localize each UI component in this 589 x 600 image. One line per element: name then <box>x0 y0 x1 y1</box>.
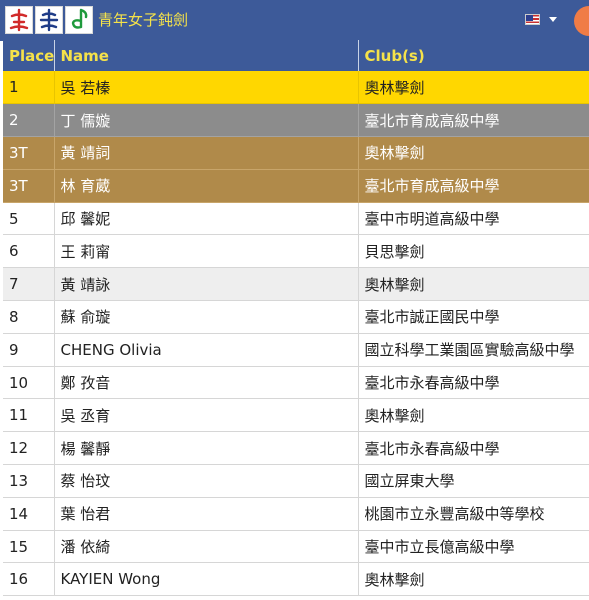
name-cell[interactable]: 葉 怡君 <box>54 497 359 531</box>
club-cell[interactable]: 臺北市誠正國民中學 <box>358 300 589 334</box>
chevron-down-icon[interactable] <box>549 17 557 22</box>
name-cell[interactable]: 吳 若榛 <box>54 71 359 105</box>
name-cell[interactable]: 楊 馨靜 <box>54 431 359 466</box>
place-cell: 16 <box>3 562 55 597</box>
club-cell[interactable]: 奧林擊劍 <box>358 71 589 105</box>
app-header: 青年女子鈍劍 <box>0 0 589 41</box>
name-cell[interactable]: KAYIEN Wong <box>54 562 359 597</box>
name-cell[interactable]: 鄭 孜音 <box>54 366 359 400</box>
club-cell[interactable]: 臺北市育成高級中學 <box>358 103 589 138</box>
club-cell[interactable]: 臺北市育成高級中學 <box>358 169 589 203</box>
place-cell: 14 <box>3 497 55 531</box>
table-row[interactable]: 2 丁 儒嫙 臺北市育成高級中學 <box>3 103 589 138</box>
table-row[interactable]: 10 鄭 孜音 臺北市永春高級中學 <box>3 366 589 400</box>
club-cell[interactable]: 奧林擊劍 <box>358 398 589 433</box>
table-row[interactable]: 6 王 莉甯 貝思擊劍 <box>3 234 589 269</box>
place-cell: 12 <box>3 431 55 466</box>
name-cell[interactable]: 林 育葳 <box>54 169 359 203</box>
name-cell[interactable]: 丁 儒嫙 <box>54 103 359 138</box>
menu-button[interactable] <box>574 6 589 36</box>
place-cell: 15 <box>3 530 55 564</box>
club-cell[interactable]: 奧林擊劍 <box>358 562 589 597</box>
place-cell: 13 <box>3 464 55 498</box>
place-cell: 2 <box>3 103 55 138</box>
table-row[interactable]: 8 蘇 俞璇 臺北市誠正國民中學 <box>3 300 589 334</box>
table-row[interactable]: 9 CHENG Olivia 國立科學工業園區實驗高級中學 <box>3 333 589 367</box>
place-cell: 5 <box>3 202 55 236</box>
table-header-row: Place Name Club(s) <box>3 40 589 71</box>
table-row[interactable]: 1 吳 若榛 奧林擊劍 <box>3 71 589 105</box>
place-cell: 9 <box>3 333 55 367</box>
fencer-logo-red-icon[interactable] <box>5 6 33 34</box>
club-cell[interactable]: 臺北市永春高級中學 <box>358 431 589 466</box>
club-cell[interactable]: 臺北市永春高級中學 <box>358 366 589 400</box>
club-cell[interactable]: 貝思擊劍 <box>358 234 589 269</box>
table-row[interactable]: 15 潘 依綺 臺中市立長億高級中學 <box>3 530 589 564</box>
club-cell[interactable]: 臺中市明道高級中學 <box>358 202 589 236</box>
column-header-place[interactable]: Place <box>3 40 55 71</box>
club-cell[interactable]: 桃園市立永豐高級中等學校 <box>358 497 589 531</box>
column-header-club[interactable]: Club(s) <box>358 40 589 71</box>
place-cell: 10 <box>3 366 55 400</box>
table-row[interactable]: 16 KAYIEN Wong 奧林擊劍 <box>3 562 589 597</box>
name-cell[interactable]: 黃 靖詠 <box>54 267 359 302</box>
place-cell: 1 <box>3 71 55 105</box>
table-row[interactable]: 3T 黃 靖詞 奧林擊劍 <box>3 136 589 170</box>
fencer-logo-navy-icon[interactable] <box>35 6 63 34</box>
table-row[interactable]: 5 邱 馨妮 臺中市明道高級中學 <box>3 202 589 236</box>
place-cell: 3T <box>3 169 55 203</box>
club-cell[interactable]: 國立屏東大學 <box>358 464 589 498</box>
table-row[interactable]: 13 蔡 怡玟 國立屏東大學 <box>3 464 589 498</box>
name-cell[interactable]: 邱 馨妮 <box>54 202 359 236</box>
place-cell: 8 <box>3 300 55 334</box>
table-row[interactable]: 14 葉 怡君 桃園市立永豐高級中等學校 <box>3 497 589 531</box>
club-cell[interactable]: 奧林擊劍 <box>358 267 589 302</box>
place-cell: 7 <box>3 267 55 302</box>
us-flag-icon[interactable] <box>525 14 540 25</box>
place-cell: 11 <box>3 398 55 433</box>
app-title: 青年女子鈍劍 <box>98 11 189 29</box>
club-cell[interactable]: 國立科學工業園區實驗高級中學 <box>358 333 589 367</box>
name-cell[interactable]: 蘇 俞璇 <box>54 300 359 334</box>
fencer-logo-green-icon[interactable] <box>65 6 93 34</box>
name-cell[interactable]: 黃 靖詞 <box>54 136 359 170</box>
table-row[interactable]: 7 黃 靖詠 奧林擊劍 <box>3 267 589 302</box>
place-cell: 6 <box>3 234 55 269</box>
club-cell[interactable]: 奧林擊劍 <box>358 136 589 170</box>
table-row[interactable]: 12 楊 馨靜 臺北市永春高級中學 <box>3 431 589 466</box>
name-cell[interactable]: CHENG Olivia <box>54 333 359 367</box>
table-row[interactable]: 3T 林 育葳 臺北市育成高級中學 <box>3 169 589 203</box>
name-cell[interactable]: 王 莉甯 <box>54 234 359 269</box>
name-cell[interactable]: 吳 丞育 <box>54 398 359 433</box>
club-cell[interactable]: 臺中市立長億高級中學 <box>358 530 589 564</box>
column-header-name[interactable]: Name <box>54 40 359 71</box>
place-cell: 3T <box>3 136 55 170</box>
table-row[interactable]: 11 吳 丞育 奧林擊劍 <box>3 398 589 433</box>
name-cell[interactable]: 蔡 怡玟 <box>54 464 359 498</box>
results-table: Place Name Club(s) 1 吳 若榛 奧林擊劍 2 丁 儒嫙 臺北… <box>3 40 589 597</box>
name-cell[interactable]: 潘 依綺 <box>54 530 359 564</box>
